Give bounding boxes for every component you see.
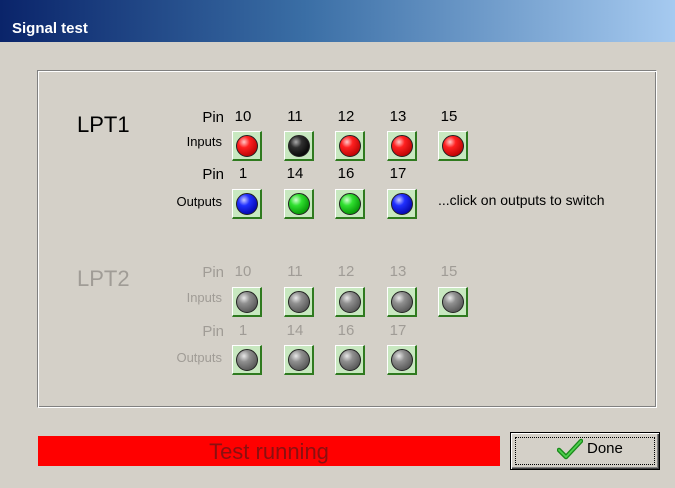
lpt1-inputs-label: Inputs <box>186 134 222 149</box>
led-indicator-icon <box>288 135 310 157</box>
lpt1-input-pin-number: 15 <box>440 108 458 125</box>
lpt1-output-pin-label: Pin <box>202 166 224 183</box>
led-indicator-icon <box>391 135 413 157</box>
lpt1-output-pin-number: 14 <box>286 165 304 182</box>
lpt1-output-toggle-pin-16[interactable] <box>335 189 365 219</box>
lpt1-input-pin-number: 10 <box>234 108 252 125</box>
led-indicator-icon <box>236 193 258 215</box>
lpt1-input-pin-number: 11 <box>287 108 303 125</box>
lpt1-input-pin-number: 12 <box>337 108 355 125</box>
lpt2-input-led-pin-11 <box>284 287 314 317</box>
output-switch-hint: ...click on outputs to switch <box>438 192 605 208</box>
led-indicator-icon <box>288 291 310 313</box>
led-indicator-icon <box>339 193 361 215</box>
lpt2-input-pin-label: Pin <box>202 264 224 281</box>
lpt1-output-pin-number: 1 <box>238 165 248 182</box>
led-indicator-icon <box>236 349 258 371</box>
led-indicator-icon <box>391 291 413 313</box>
status-bar: Test running <box>38 436 500 466</box>
lpt2-output-pin-number: 16 <box>337 322 355 339</box>
lpt2-output-pin-number: 1 <box>238 322 248 339</box>
lpt2-inputs-label: Inputs <box>186 290 222 305</box>
led-indicator-icon <box>339 135 361 157</box>
lpt2-output-pin-number: 17 <box>389 322 407 339</box>
lpt2-input-led-pin-10 <box>232 287 262 317</box>
lpt2-output-toggle-pin-16 <box>335 345 365 375</box>
done-button[interactable]: Done <box>510 432 660 470</box>
led-indicator-icon <box>339 349 361 371</box>
lpt2-outputs-label: Outputs <box>176 350 222 365</box>
lpt2-output-toggle-pin-17 <box>387 345 417 375</box>
lpt1-output-toggle-pin-17[interactable] <box>387 189 417 219</box>
window-title: Signal test <box>12 20 88 37</box>
lpt1-output-toggle-pin-1[interactable] <box>232 189 262 219</box>
lpt2-label: LPT2 <box>77 266 130 291</box>
lpt2-input-pin-number: 11 <box>287 263 303 280</box>
lpt1-input-led-pin-13 <box>387 131 417 161</box>
lpt2-input-led-pin-15 <box>438 287 468 317</box>
lpt1-input-pin-number: 13 <box>389 108 407 125</box>
lpt1-input-led-pin-11 <box>284 131 314 161</box>
title-bar[interactable]: Signal test <box>0 0 675 42</box>
checkmark-icon <box>557 438 583 460</box>
led-indicator-icon <box>236 291 258 313</box>
status-text: Test running <box>209 439 329 464</box>
focus-rectangle <box>515 437 655 465</box>
lpt2-output-toggle-pin-14 <box>284 345 314 375</box>
lpt2-input-pin-number: 12 <box>337 263 355 280</box>
led-indicator-icon <box>288 349 310 371</box>
lpt1-label: LPT1 <box>77 112 130 137</box>
lpt2-input-pin-number: 10 <box>234 263 252 280</box>
lpt2-output-toggle-pin-1 <box>232 345 262 375</box>
led-indicator-icon <box>339 291 361 313</box>
lpt1-input-led-pin-12 <box>335 131 365 161</box>
led-indicator-icon <box>236 135 258 157</box>
lpt1-output-pin-number: 17 <box>389 165 407 182</box>
lpt2-input-led-pin-13 <box>387 287 417 317</box>
led-indicator-icon <box>288 193 310 215</box>
lpt1-input-led-pin-15 <box>438 131 468 161</box>
lpt1-input-led-pin-10 <box>232 131 262 161</box>
lpt2-output-pin-label: Pin <box>202 323 224 340</box>
lpt2-input-pin-number: 13 <box>389 263 407 280</box>
led-indicator-icon <box>442 135 464 157</box>
done-button-label: Done <box>587 440 623 457</box>
lpt1-input-pin-label: Pin <box>202 109 224 126</box>
lpt2-output-pin-number: 14 <box>286 322 304 339</box>
signal-test-window: Signal test LPT1 Pin Inputs 10 11 12 13 … <box>0 0 675 488</box>
led-indicator-icon <box>442 291 464 313</box>
lpt1-outputs-label: Outputs <box>176 194 222 209</box>
lpt2-input-pin-number: 15 <box>440 263 458 280</box>
lpt1-output-toggle-pin-14[interactable] <box>284 189 314 219</box>
led-indicator-icon <box>391 193 413 215</box>
lpt2-input-led-pin-12 <box>335 287 365 317</box>
lpt1-output-pin-number: 16 <box>337 165 355 182</box>
led-indicator-icon <box>391 349 413 371</box>
